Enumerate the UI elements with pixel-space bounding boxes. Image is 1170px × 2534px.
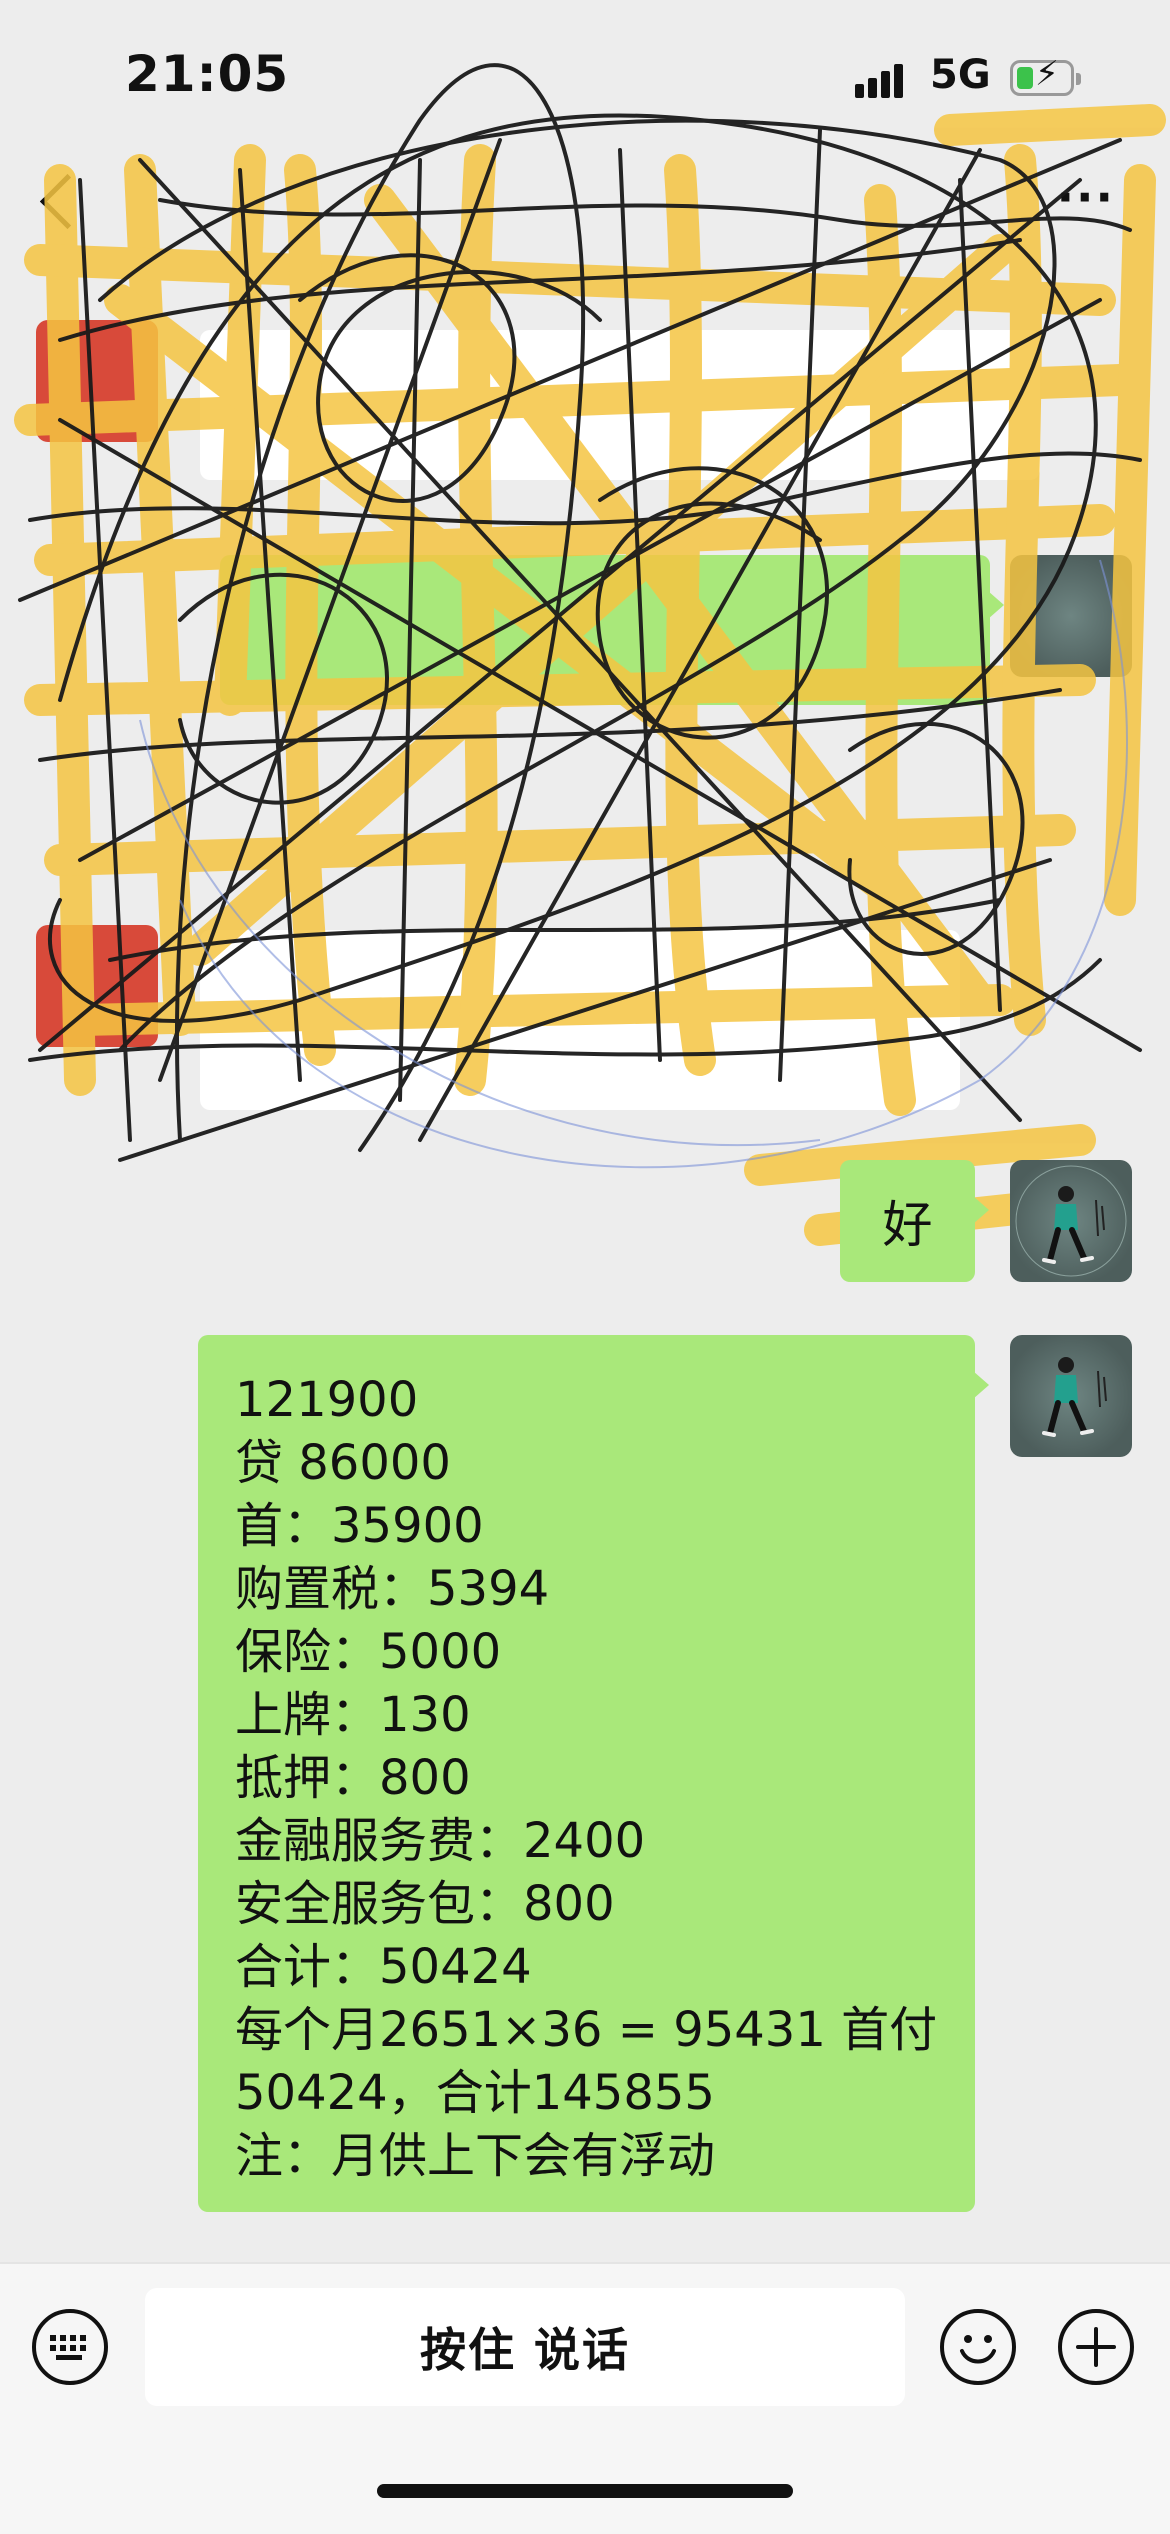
message-bubble [200,330,1040,480]
emoji-icon[interactable] [940,2309,1016,2385]
input-bar: 按住 说话 [0,2262,1170,2534]
quote-line: 安全服务包：800 [235,1876,615,1932]
network-type: 5G [930,52,991,98]
status-bar: 21:05 5G ⚡ [0,0,1170,150]
home-indicator [377,2484,793,2498]
message-bubble[interactable]: 121900 贷 86000 首：35900 购置税：5394 保险：5000 … [198,1335,989,2212]
quote-line: 保险：5000 [235,1624,502,1680]
message-bubble [220,555,1004,705]
quote-line: 购置税：5394 [235,1561,550,1617]
message-bubble [200,930,960,1110]
quote-line: 首：35900 [235,1498,484,1554]
avatar [1010,555,1132,677]
quote-line: 121900 [235,1372,419,1428]
quote-line: 每个月2651×36 = 95431 首付 [235,2002,938,2058]
quote-line: 50424，合计145855 [235,2065,715,2121]
avatar[interactable] [1010,1160,1132,1282]
chevron-left-icon[interactable] [39,173,96,230]
quote-line: 上牌：130 [235,1687,471,1743]
more-icon[interactable]: ··· [1057,170,1115,224]
quote-line: 合计：50424 [235,1939,532,1995]
avatar[interactable] [1010,1335,1132,1457]
chat-header: ··· [0,150,1170,270]
quote-line: 金融服务费：2400 [235,1813,646,1869]
message-text: 好 [882,1196,933,1254]
quote-line: 注：月供上下会有浮动 [235,2128,716,2184]
quote-line: 抵押：800 [235,1750,471,1806]
battery-icon: ⚡ [1010,57,1081,96]
plus-icon[interactable] [1058,2309,1134,2385]
quote-line: 贷 86000 [235,1435,451,1491]
status-time: 21:05 [125,45,290,103]
hold-to-talk-button[interactable]: 按住 说话 [145,2288,905,2406]
message-bubble[interactable]: 好 [840,1160,989,1282]
message-text: 121900 贷 86000 首：35900 购置税：5394 保险：5000 … [235,1369,955,2188]
signal-icon [855,62,905,98]
keyboard-icon[interactable] [32,2309,108,2385]
avatar [36,925,158,1047]
avatar [36,320,158,442]
